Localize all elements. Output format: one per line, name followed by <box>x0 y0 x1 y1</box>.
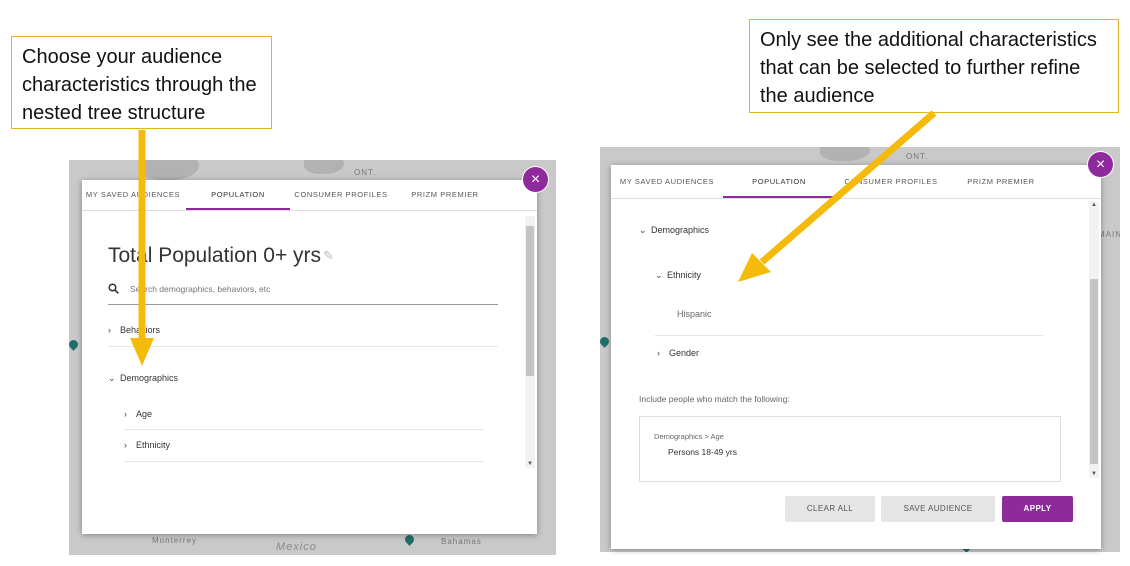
annotation-arrows <box>130 110 937 366</box>
annotation-arrow-left <box>130 130 154 366</box>
annotation-arrow-right <box>738 110 937 282</box>
